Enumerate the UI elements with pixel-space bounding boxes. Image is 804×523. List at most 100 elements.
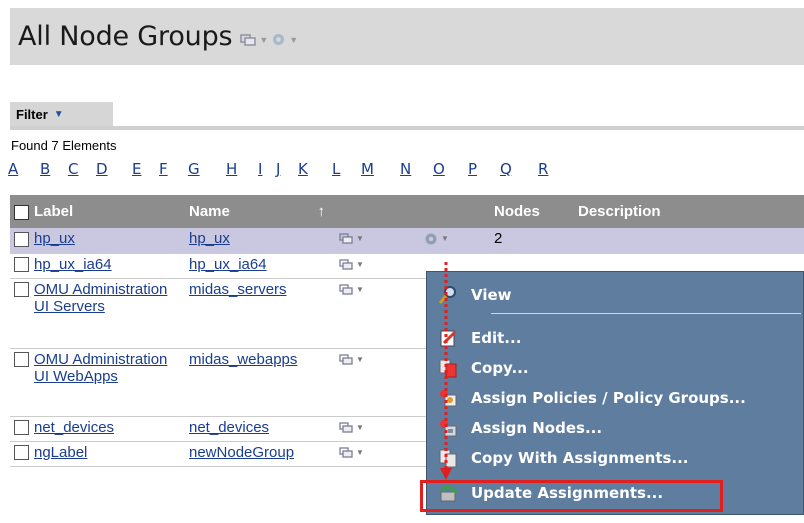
filter-bar: Filter ▼ [10, 102, 804, 130]
label-cell: net_devices [30, 416, 185, 442]
dotted-arrow-annotation [440, 262, 452, 480]
label-cell: hp_ux [30, 228, 185, 254]
label-cell: ngLabel [30, 441, 185, 467]
menu-item-label: Edit... [471, 329, 522, 347]
alpha-link-a[interactable]: A [8, 160, 18, 178]
column-name[interactable]: Name ↑ [185, 195, 335, 228]
label-link[interactable]: net_devices [34, 419, 114, 436]
alpha-link-e[interactable]: E [132, 160, 141, 178]
alpha-link-p[interactable]: P [468, 160, 477, 178]
description-cell [574, 228, 804, 254]
alpha-link-n[interactable]: N [400, 160, 411, 178]
context-menu: View Edit... Copy... Assign Policies / P… [426, 271, 804, 515]
table-row[interactable]: hp_ux hp_ux ▼ ▼ 2 [10, 228, 804, 254]
nodes-cell: 2 [490, 228, 574, 254]
alpha-link-b[interactable]: B [40, 160, 50, 178]
row-checkbox[interactable] [14, 257, 29, 273]
name-cell: net_devices [185, 416, 335, 442]
label-link[interactable]: OMU Administration UI WebApps [34, 351, 167, 385]
alpha-link-m[interactable]: M [361, 160, 374, 178]
name-link[interactable]: hp_ux [189, 230, 230, 247]
label-cell: OMU Administration UI Servers [30, 278, 185, 349]
sort-ascending-icon: ↑ [317, 203, 326, 220]
alpha-link-r[interactable]: R [538, 160, 548, 178]
row-checkbox[interactable] [14, 282, 29, 298]
alpha-link-i[interactable]: I [258, 160, 262, 178]
name-link[interactable]: midas_servers [189, 281, 287, 298]
alpha-link-j[interactable]: J [276, 160, 280, 178]
chevron-down-icon: ▼ [53, 108, 64, 120]
menu-item-label: Assign Nodes... [471, 419, 603, 437]
action-cell: ▼ [335, 348, 420, 417]
chevron-down-icon[interactable]: ▼ [259, 35, 268, 45]
gear-cell: ▼ [420, 228, 490, 254]
name-link[interactable]: newNodeGroup [189, 444, 294, 461]
highlight-box [420, 480, 723, 512]
page-header: All Node Groups ▼ ▼ [10, 8, 804, 65]
label-link[interactable]: hp_ux_ia64 [34, 256, 112, 273]
window-menu-button[interactable]: ▼ [339, 444, 364, 461]
select-all-cell [10, 195, 30, 228]
alpha-link-f[interactable]: F [159, 160, 168, 178]
alpha-link-h[interactable]: H [226, 160, 237, 178]
name-link[interactable]: midas_webapps [189, 351, 297, 368]
row-select-cell [10, 441, 30, 467]
name-cell: hp_ux_ia64 [185, 253, 335, 279]
label-cell: OMU Administration UI WebApps [30, 348, 185, 417]
filter-button[interactable]: Filter ▼ [10, 102, 113, 126]
menu-item-edit[interactable]: Edit... [427, 325, 804, 351]
menu-item-label: Copy... [471, 359, 529, 377]
gear-icon[interactable] [271, 32, 286, 47]
window-menu-button[interactable]: ▼ [339, 281, 364, 298]
filter-label: Filter [16, 106, 48, 122]
window-icon[interactable] [240, 33, 257, 46]
window-menu-button[interactable]: ▼ [339, 419, 364, 436]
row-select-cell [10, 253, 30, 279]
name-cell: newNodeGroup [185, 441, 335, 467]
column-settings [420, 195, 490, 228]
column-label[interactable]: Label [30, 195, 185, 228]
column-actions [335, 195, 420, 228]
action-cell: ▼ [335, 416, 420, 442]
name-link[interactable]: hp_ux_ia64 [189, 256, 267, 273]
alpha-link-o[interactable]: O [433, 160, 445, 178]
row-checkbox[interactable] [14, 231, 29, 247]
window-menu-button[interactable]: ▼ [339, 230, 364, 247]
row-checkbox[interactable] [14, 445, 29, 461]
row-checkbox[interactable] [14, 420, 29, 436]
window-menu-button[interactable]: ▼ [339, 256, 364, 273]
menu-item-assign-policies[interactable]: Assign Policies / Policy Groups... [427, 385, 804, 411]
label-link[interactable]: hp_ux [34, 230, 75, 247]
name-link[interactable]: net_devices [189, 419, 269, 436]
column-name-label: Name [189, 203, 230, 220]
column-nodes[interactable]: Nodes [490, 195, 574, 228]
alpha-link-d[interactable]: D [96, 160, 108, 178]
alpha-link-q[interactable]: Q [500, 160, 512, 178]
alphabet-index: A B C D E F G H I J K L M N O P Q R [8, 160, 804, 180]
gear-menu-button[interactable]: ▼ [424, 230, 449, 247]
row-checkbox[interactable] [14, 352, 29, 368]
menu-item-copy-with-assignments[interactable]: Copy With Assignments... [427, 445, 804, 471]
menu-item-view[interactable]: View [427, 282, 804, 308]
menu-item-assign-nodes[interactable]: Assign Nodes... [427, 415, 804, 441]
row-select-cell [10, 348, 30, 417]
menu-item-label: Assign Policies / Policy Groups... [471, 389, 746, 407]
label-link[interactable]: ngLabel [34, 444, 87, 461]
alpha-link-c[interactable]: C [68, 160, 78, 178]
alpha-link-l[interactable]: L [332, 160, 340, 178]
action-cell: ▼ [335, 441, 420, 467]
label-cell: hp_ux_ia64 [30, 253, 185, 279]
chevron-down-icon[interactable]: ▼ [289, 35, 298, 45]
select-all-checkbox[interactable] [14, 204, 29, 220]
action-cell: ▼ [335, 278, 420, 349]
menu-item-copy[interactable]: Copy... [427, 355, 804, 381]
name-cell: midas_servers [185, 278, 335, 349]
menu-item-label: Copy With Assignments... [471, 449, 689, 467]
alpha-link-g[interactable]: G [188, 160, 200, 178]
label-link[interactable]: OMU Administration UI Servers [34, 281, 167, 315]
column-description[interactable]: Description [574, 195, 804, 228]
title-actions: ▼ ▼ [240, 32, 298, 47]
alpha-link-k[interactable]: K [298, 160, 308, 178]
page-title: All Node Groups [18, 21, 233, 52]
window-menu-button[interactable]: ▼ [339, 351, 364, 368]
